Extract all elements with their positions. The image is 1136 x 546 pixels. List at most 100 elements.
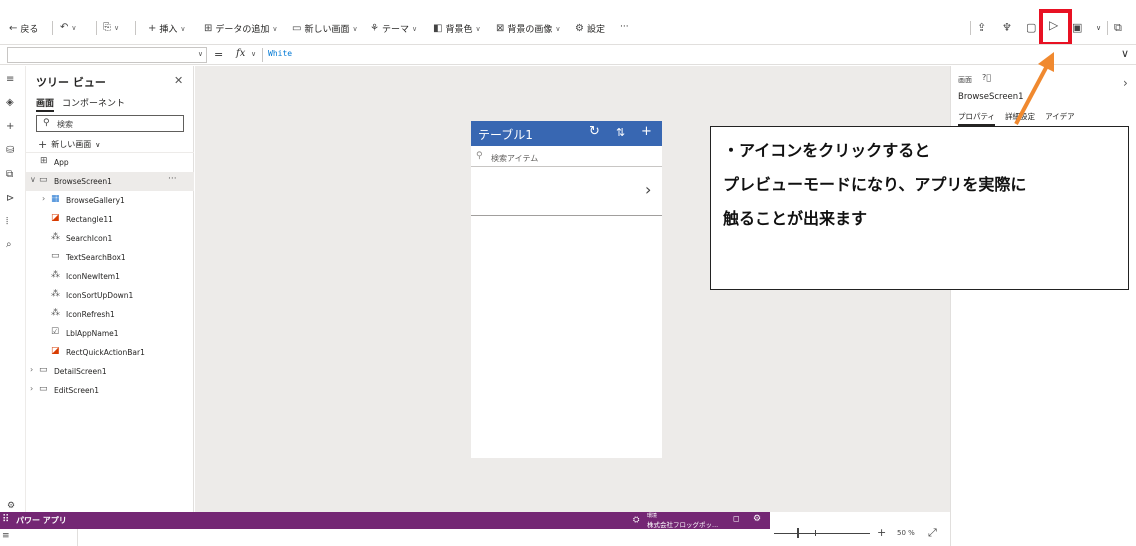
command-bar: ← 戻る ↶ ∨ ⎘ ∨ + 挿入 ∨ ⊞ データの追加 ∨ ▭ 新しい画面 ∨… [0,0,1136,44]
tree-view-title: ツリー ビュー [36,76,106,89]
zoom-in-icon[interactable]: + [877,526,886,539]
chevron-right-icon[interactable]: › [30,384,33,393]
gear-icon[interactable]: ⚙ [753,514,761,524]
undo-icon: ↶ [60,22,69,33]
layers-icon[interactable]: ◈ [6,97,14,108]
help-icon[interactable]: ?⃝ [982,73,991,82]
zoom-controls: + 50 % ⤢ [770,512,950,546]
sort-icon[interactable]: ⇅ [616,126,625,139]
icon-control-icon: ⁂ [51,270,60,280]
more-icon[interactable]: ··· [168,174,177,184]
app-screen-preview[interactable]: テーブル1 ↻ ⇅ + ⚲ 検索アイテム › [471,121,662,458]
formula-input[interactable]: White [268,49,292,58]
variables-icon[interactable]: ⦙ [6,216,8,227]
menu-icon[interactable]: ≡ [6,74,14,85]
save-icon[interactable]: ▣ [1072,21,1082,34]
app-search-box[interactable]: ⚲ 検索アイテム [471,147,662,167]
tree-node-rectangle[interactable]: ◪ Rectangle11 [26,210,194,229]
stethoscope-icon[interactable]: ♆ [1002,21,1012,34]
app-title[interactable]: テーブル1 [478,126,533,143]
tree-node-lblappname[interactable]: ☑ LblAppName1 [26,324,194,343]
refresh-icon[interactable]: ↻ [589,124,600,139]
tree-node-iconsortupdown[interactable]: ⁂ IconSortUpDown1 [26,286,194,305]
chevron-down-icon[interactable]: ∨ [1096,24,1101,32]
annotation-callout: ・アイコンをクリックすると プレビューモードになり、アプリを実際に 触ることが出… [710,126,1129,290]
tab-screens[interactable]: 画面 [36,96,55,112]
chevron-down-icon[interactable]: ∨ [30,175,36,184]
tree-node-iconnewitem[interactable]: ⁂ IconNewItem1 [26,267,194,286]
palette-icon: ⚘ [370,23,379,34]
search-icon: ⚲ [476,151,483,161]
zoom-slider[interactable] [774,533,870,534]
tree-node-app[interactable]: ⊞ App [26,153,194,172]
share-icon[interactable]: ⇪ [977,21,986,34]
theme-button[interactable]: ⚘ テーマ ∨ [370,22,417,35]
tree-node-rectquickactionbar[interactable]: ◪ RectQuickActionBar1 [26,343,194,362]
fit-to-window-icon[interactable]: ⤢ [928,526,937,540]
tab-components[interactable]: コンポーネント [62,96,125,112]
undo-button[interactable]: ↶ ∨ [60,22,77,33]
tree-node-iconrefresh[interactable]: ⁂ IconRefresh1 [26,305,194,324]
plus-icon[interactable]: + [6,121,14,132]
screen-icon: ▭ [39,384,48,394]
textbox-icon: ▭ [51,251,60,261]
back-button[interactable]: ← 戻る [9,22,38,35]
tree-node-searchicon[interactable]: ⁂ SearchIcon1 [26,229,194,248]
left-rail: ≡ ◈ + ⛁ ⧉ ⊳ ⦙ ⌕ [0,66,26,512]
chevron-down-icon[interactable]: ∨ [251,50,256,58]
chevron-down-icon: ∨ [95,140,101,149]
bell-icon[interactable]: ◻ [733,514,740,523]
divider [970,21,971,35]
gallery-icon: ▦ [51,194,60,204]
add-data-button[interactable]: ⊞ データの追加 ∨ [204,22,278,35]
environment-value[interactable]: 株式会社フロッグポッ... [647,519,718,529]
shape-icon: ◪ [51,346,60,356]
tree-node-textsearchbox[interactable]: ▭ TextSearchBox1 [26,248,194,267]
tree-search-input[interactable]: ⚲ 検索 [36,115,184,132]
tab-properties[interactable]: プロパティ [958,111,996,126]
database-icon[interactable]: ⛁ [6,145,14,156]
chevron-down-icon[interactable]: ∨ [1121,47,1129,60]
gallery-item[interactable]: › [471,168,662,216]
callout-line: ・アイコンをクリックすると [723,141,931,160]
tree-node-detailscreen[interactable]: › ▭ DetailScreen1 [26,362,194,381]
media-icon[interactable]: ⧉ [6,169,13,180]
settings-button[interactable]: ⚙ 設定 [575,22,605,35]
waffle-icon[interactable]: ⠿ [2,514,9,525]
plus-icon[interactable]: + [641,124,652,139]
fill-icon: ◧ [433,23,443,34]
chevron-right-icon[interactable]: › [645,180,651,199]
chevron-right-icon[interactable]: › [42,194,45,203]
chevron-down-icon: ∨ [272,24,278,33]
background-color-button[interactable]: ◧ 背景色 ∨ [433,22,481,35]
automate-icon[interactable]: ⊳ [6,193,14,204]
chevron-right-icon[interactable]: › [30,365,33,374]
gear-icon[interactable]: ⚙ [7,501,15,511]
more-button[interactable]: ··· [620,22,629,32]
gear-icon: ⚙ [575,23,584,34]
screen-icon: ▭ [39,175,48,185]
paste-icon: ⎘ [103,22,111,33]
chevron-down-icon: ∨ [352,24,358,33]
publish-icon[interactable]: ⧉ [1114,21,1122,35]
app-bar: ⠿ パワー アプリ ⛭ 環境 株式会社フロッグポッ... ◻ ⚙ [0,512,770,529]
new-screen-button[interactable]: ▭ 新しい画面 ∨ [292,22,358,35]
tree-node-gallery[interactable]: › ▦ BrowseGallery1 [26,191,194,210]
tree-view-panel: ツリー ビュー ✕ 画面 コンポーネント ⚲ 検索 + 新しい画面 ∨ ⊞ Ap… [26,66,194,512]
new-screen-button[interactable]: + 新しい画面 ∨ [38,138,100,151]
tree-node-browsescreen[interactable]: ∨ ▭ BrowseScreen1 ··· [26,172,194,191]
divider [96,21,97,35]
close-icon[interactable]: ✕ [174,74,183,87]
zoom-thumb[interactable] [797,528,799,538]
chevron-right-icon[interactable]: › [1123,76,1128,90]
property-dropdown[interactable]: ∨ [7,47,207,63]
paste-button[interactable]: ⎘ ∨ [103,22,119,33]
tree-node-editscreen[interactable]: › ▭ EditScreen1 [26,381,194,400]
fx-icon[interactable]: fx [236,48,245,59]
background-image-button[interactable]: ⊠ 背景の画像 ∨ [496,22,561,35]
menu-icon[interactable]: ≡ [2,531,10,541]
search-icon[interactable]: ⌕ [6,239,12,250]
environment-icon[interactable]: ⛭ [633,515,639,525]
comment-icon[interactable]: ▢ [1026,21,1036,34]
insert-button[interactable]: + 挿入 ∨ [148,22,186,35]
